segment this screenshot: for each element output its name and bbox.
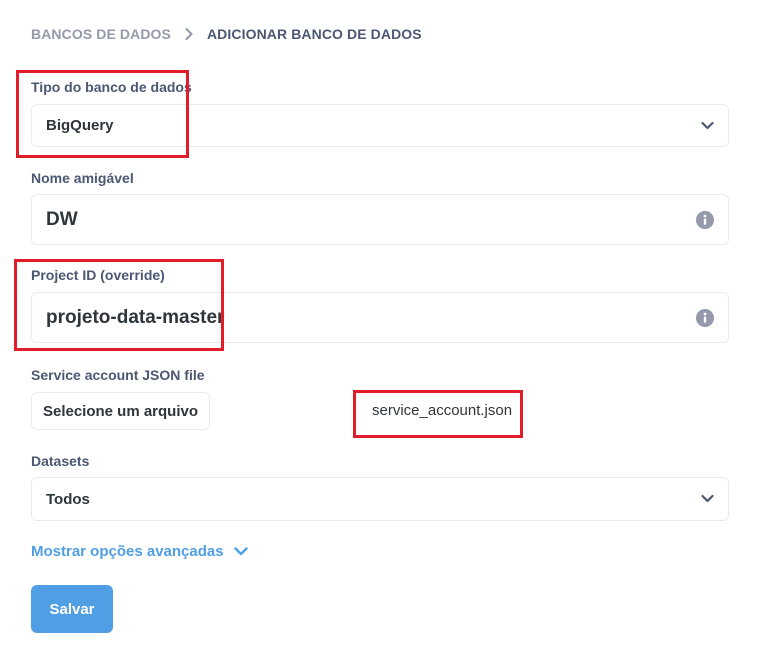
datasets-label: Datasets	[31, 453, 90, 469]
chevron-down-icon	[701, 494, 714, 504]
service-account-label: Service account JSON file	[31, 367, 205, 383]
show-advanced-options-link[interactable]: Mostrar opções avançadas	[31, 543, 248, 560]
display-name-input[interactable]: DW	[31, 194, 729, 245]
chevron-right-icon	[185, 27, 195, 41]
display-name-label: Nome amigável	[31, 170, 134, 186]
save-button[interactable]: Salvar	[31, 585, 113, 633]
datasets-select[interactable]: Todos	[31, 477, 729, 521]
breadcrumb-add-database: ADICIONAR BANCO DE DADOS	[206, 26, 422, 42]
annotation-box-db-type	[16, 70, 189, 158]
info-icon[interactable]	[696, 308, 714, 327]
info-icon[interactable]	[696, 210, 714, 229]
show-advanced-options-label: Mostrar opções avançadas	[31, 543, 224, 560]
select-file-button[interactable]: Selecione um arquivo	[31, 392, 210, 430]
annotation-box-project-id	[14, 259, 224, 351]
breadcrumb: BANCOS DE DADOS ADICIONAR BANCO DE DADOS	[31, 25, 422, 43]
chevron-down-icon	[233, 547, 248, 556]
display-name-value: DW	[46, 208, 78, 230]
datasets-value: Todos	[46, 490, 90, 508]
chevron-down-icon	[701, 121, 714, 130]
annotation-box-filename	[353, 390, 523, 438]
breadcrumb-databases[interactable]: BANCOS DE DADOS	[31, 26, 171, 42]
